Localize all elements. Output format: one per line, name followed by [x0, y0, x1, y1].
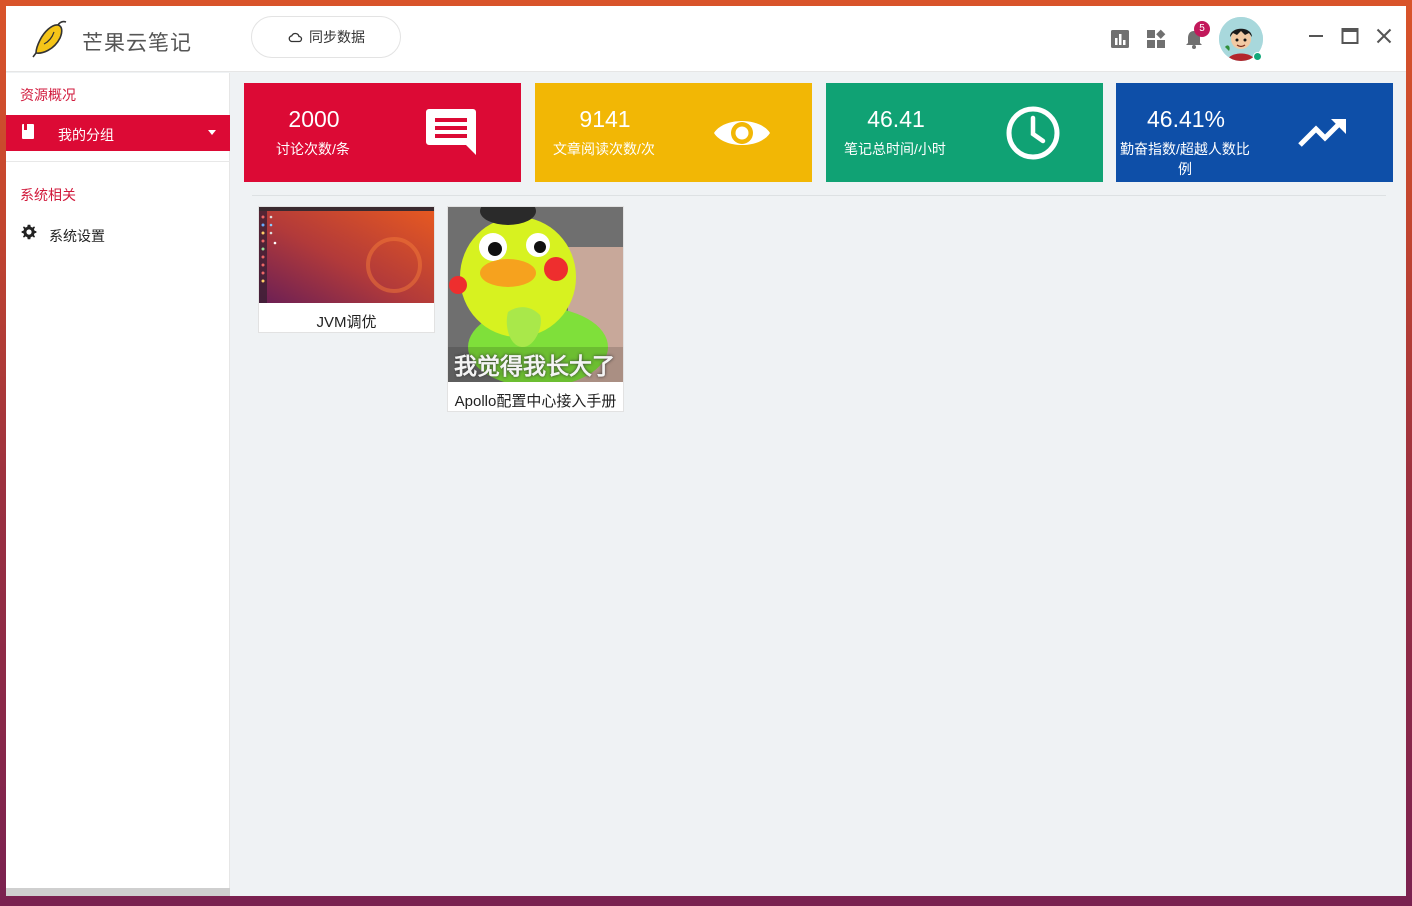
cloud-icon [288, 32, 303, 43]
close-icon[interactable] [1374, 26, 1394, 46]
stat-value: 2000 [288, 106, 340, 132]
stat-card-discussions: 2000 讨论次数/条 [244, 83, 521, 182]
mango-logo-icon [32, 20, 67, 58]
sidebar-scrollbar[interactable] [6, 888, 230, 896]
sidebar-section-resources: 资源概况 [20, 87, 76, 103]
sidebar-item-my-groups[interactable]: 我的分组 [6, 115, 230, 151]
sidebar: 资源概况 我的分组 系统相关 系统设置 [6, 73, 230, 896]
sidebar-item-label: 系统设置 [49, 228, 105, 244]
stat-label: 文章阅读次数/次 [553, 141, 655, 157]
note-thumbnail [259, 207, 434, 303]
stat-value: 46.41% [1146, 106, 1225, 132]
note-card[interactable]: JVM调优 [258, 206, 435, 333]
stat-card-diligence: 46.41% 勤奋指数/超越人数比例 [1116, 83, 1393, 182]
book-icon [22, 124, 34, 139]
bar-chart-icon[interactable] [1109, 28, 1131, 50]
eye-icon [714, 121, 770, 145]
header-bar: 芒果云笔记 同步数据 5 [6, 6, 1406, 72]
widgets-icon[interactable] [1146, 28, 1168, 50]
stat-label: 勤奋指数/超越人数比例 [1120, 141, 1250, 177]
clock-icon [1006, 106, 1060, 160]
note-title: JVM调优 [316, 314, 377, 331]
sidebar-item-label: 我的分组 [58, 127, 114, 143]
note-card[interactable]: 我觉得我长大了 Apollo配置中心接入手册 [447, 206, 624, 412]
message-icon [426, 109, 476, 155]
app-title: 芒果云笔记 [82, 31, 192, 55]
stat-value: 46.41 [867, 106, 925, 132]
notification-badge: 5 [1194, 21, 1210, 37]
stat-value: 9141 [579, 106, 631, 132]
sidebar-item-settings[interactable]: 系统设置 [6, 219, 230, 249]
sidebar-section-system: 系统相关 [20, 187, 76, 203]
sidebar-divider [6, 161, 230, 162]
meme-caption: 我觉得我长大了 [454, 354, 615, 380]
app-window: 芒果云笔记 同步数据 5 资源概况 我的分组 系统相关 系统设置 2000 讨论… [6, 6, 1406, 896]
stat-card-note-time: 46.41 笔记总时间/小时 [826, 83, 1103, 182]
stat-label: 笔记总时间/小时 [844, 141, 946, 157]
note-title: Apollo配置中心接入手册 [454, 393, 617, 410]
sync-data-button[interactable]: 同步数据 [251, 16, 401, 58]
gear-icon [21, 224, 37, 240]
stat-card-reads: 9141 文章阅读次数/次 [535, 83, 812, 182]
stat-label: 讨论次数/条 [276, 141, 350, 157]
trending-up-icon [1298, 119, 1346, 147]
chevron-down-icon [208, 130, 216, 135]
online-status-dot [1253, 52, 1262, 61]
maximize-icon[interactable] [1340, 26, 1360, 46]
content-divider [252, 195, 1386, 196]
minimize-icon[interactable] [1306, 26, 1326, 46]
sync-data-label: 同步数据 [309, 29, 365, 45]
